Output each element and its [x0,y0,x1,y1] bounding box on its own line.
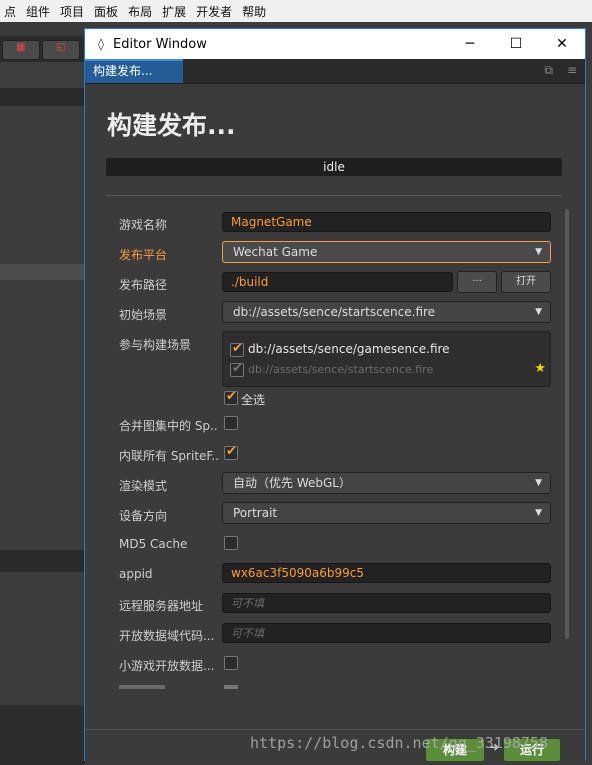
start-scene-label: 初始场景 [119,308,168,322]
remote-server-label: 远程服务器地址 [119,599,204,613]
scenes-label: 参与构建场景 [119,338,192,352]
bg-panel-header [0,550,85,572]
menu-item-project[interactable]: 项目 [56,3,90,20]
tab-actions: ⧉ ≡ [544,63,577,78]
check-icon: ✔ [232,341,243,356]
platform-value: Wechat Game [233,245,318,259]
open-data-placeholder: 可不填 [231,627,264,640]
md5-label: MD5 Cache [119,537,188,551]
scene-path: db://assets/sence/gamesence.fire [248,342,450,356]
start-scene-value: db://assets/sence/startscence.fire [233,305,436,319]
hidden-row-label [119,685,165,689]
menu-item-panel[interactable]: 面板 [90,3,124,20]
menu-item-components[interactable]: 组件 [22,3,56,20]
menu-item-0[interactable]: 点 [0,3,22,20]
menubar: 点 组件 项目 面板 布局 扩展 开发者 帮助 [0,0,592,22]
status-bar: idle [106,158,562,176]
bg-strip [0,22,85,36]
bg-panel [0,106,85,266]
merge-atlas-checkbox[interactable] [224,416,238,430]
remote-server-input[interactable]: 可不填 [222,593,551,613]
render-mode-label: 渲染模式 [119,479,168,493]
rect-icon: ◱ [56,42,66,53]
editor-window: ◊ Editor Window ─ ☐ ✕ 构建发布... ⧉ ≡ 构建发布..… [84,28,586,762]
hidden-row-checkbox [224,685,238,689]
open-data-input[interactable]: 可不填 [222,623,551,643]
orientation-select[interactable]: Portrait ▼ [222,502,551,524]
bg-panel-row [0,264,85,280]
open-data-ctx-label: 小游戏开放数据... [119,659,215,673]
remote-server-placeholder: 可不填 [231,597,264,610]
page-title: 构建发布... [107,111,236,140]
browse-button[interactable]: ··· [457,271,497,293]
start-scene-select[interactable]: db://assets/sence/startscence.fire ▼ [222,301,551,323]
build-panel: 构建发布... idle 游戏名称 MagnetGame 发布平台 Wechat… [85,84,585,762]
path-label: 发布路径 [119,278,168,292]
inline-sprite-checkbox[interactable]: ✔ [224,444,238,460]
popout-icon[interactable]: ⧉ [544,63,553,78]
bg-bottom [0,705,85,765]
tab-build-publish[interactable]: 构建发布... [85,59,183,83]
scene-checkbox-disabled: ✔ [230,361,244,377]
game-name-input[interactable]: MagnetGame [222,212,551,232]
maximize-button[interactable]: ☐ [493,29,539,59]
scene-list: ✔ db://assets/sence/gamesence.fire ✔ db:… [222,331,551,387]
render-mode-value: 自动（优先 WebGL） [233,476,351,490]
menu-item-developer[interactable]: 开发者 [192,3,238,20]
platform-label: 发布平台 [119,248,168,262]
bg-panel [0,62,85,88]
divider [106,195,562,196]
scrollbar[interactable] [565,209,569,639]
close-button[interactable]: ✕ [539,29,585,59]
bg-tool-button[interactable]: ◱ [42,40,80,60]
game-name-label: 游戏名称 [119,218,168,232]
orientation-value: Portrait [233,506,278,520]
check-icon: ✔ [226,444,237,459]
tab-bar: 构建发布... ⧉ ≡ [85,59,585,84]
check-icon: ✔ [232,361,243,376]
watermark: https://blog.csdn.net/qq_33198758 [250,734,549,752]
bg-panel [0,572,85,702]
orientation-label: 设备方向 [119,509,168,523]
appid-input[interactable]: wx6ac3f5090a6b99c5 [222,563,551,583]
scene-checkbox[interactable]: ✔ [230,341,244,357]
chevron-down-icon: ▼ [535,247,542,257]
chevron-down-icon: ▼ [535,508,542,518]
scene-path-disabled: db://assets/sence/startscence.fire [248,363,434,376]
inline-sprite-label: 内联所有 SpriteF.. [119,449,220,463]
chevron-down-icon: ▼ [535,307,542,317]
open-data-label: 开放数据域代码... [119,629,215,643]
star-icon: ★ [534,361,546,376]
window-title: Editor Window [113,36,207,52]
app-drop-icon: ◊ [98,37,104,51]
grid-icon: ▦ [16,42,26,53]
bg-panel [0,280,85,550]
menu-icon[interactable]: ≡ [567,63,577,78]
minimize-button[interactable]: ─ [447,29,493,59]
bg-tool-button[interactable]: ▦ [2,40,40,60]
appid-label: appid [119,567,153,581]
open-button[interactable]: 打开 [501,271,551,293]
bg-panel-header [0,88,85,106]
render-mode-select[interactable]: 自动（优先 WebGL） ▼ [222,472,551,494]
menu-item-layout[interactable]: 布局 [124,3,158,20]
select-all-checkbox[interactable]: ✔ [224,389,238,405]
open-data-ctx-checkbox[interactable] [224,656,238,670]
md5-checkbox[interactable] [224,536,238,550]
select-all-label: 全选 [241,393,266,407]
window-titlebar: ◊ Editor Window ─ ☐ ✕ [85,29,585,59]
platform-select[interactable]: Wechat Game ▼ [222,241,551,263]
menu-item-extensions[interactable]: 扩展 [158,3,192,20]
path-input[interactable]: ./build [222,272,453,292]
chevron-down-icon: ▼ [535,478,542,488]
check-icon: ✔ [226,389,237,404]
merge-atlas-label: 合并图集中的 Sp.. [119,419,218,433]
menu-item-help[interactable]: 帮助 [238,3,272,20]
